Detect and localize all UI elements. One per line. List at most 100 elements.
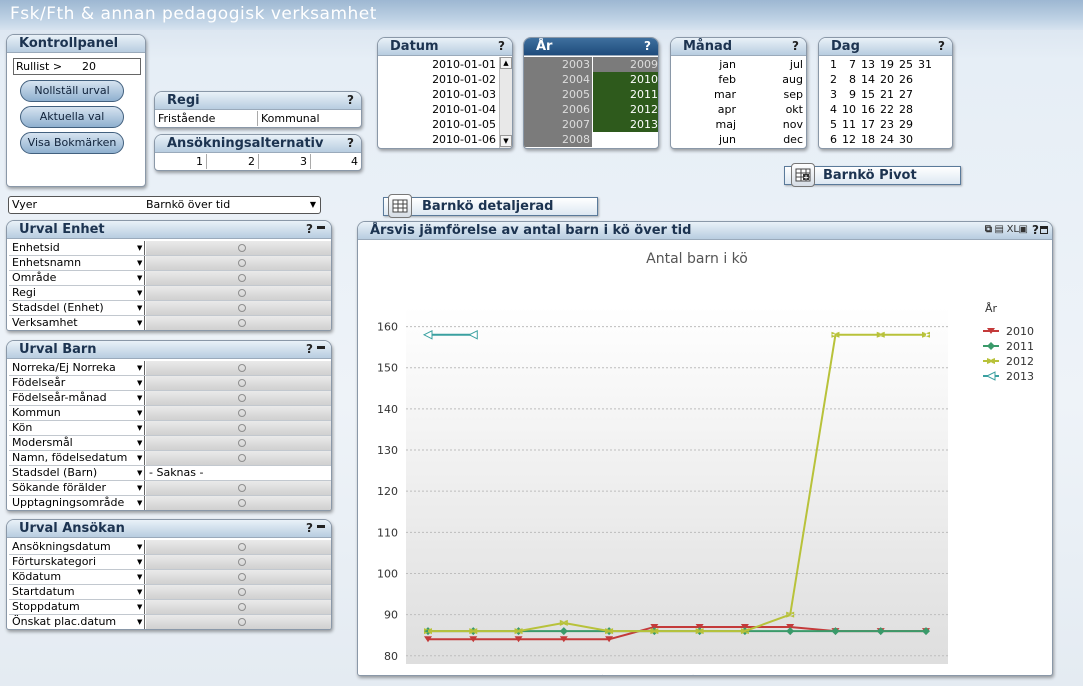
field-value[interactable] <box>146 585 331 599</box>
rullist-field[interactable]: Rullist > 20 <box>13 58 141 75</box>
dag-value[interactable]: 7 <box>838 57 856 72</box>
dropdown-arrow-icon[interactable]: ▼ <box>137 286 142 300</box>
dropdown-arrow-icon[interactable]: ▼ <box>137 466 142 480</box>
dag-value[interactable]: 22 <box>876 102 894 117</box>
help-icon[interactable]: ? <box>644 39 651 53</box>
send-to-excel-icon[interactable]: XL <box>1007 224 1019 235</box>
ar-value[interactable]: 2005 <box>524 87 592 102</box>
ar-value[interactable]: 2004 <box>524 72 592 87</box>
scroll-down-icon[interactable]: ▼ <box>500 135 512 147</box>
dropdown-arrow-icon[interactable]: ▼ <box>137 376 142 390</box>
help-icon[interactable]: ? <box>792 39 799 53</box>
dag-value[interactable]: 4 <box>819 102 837 117</box>
field-row[interactable]: Verksamhet ▼ <box>9 316 331 330</box>
dag-value[interactable]: 21 <box>876 87 894 102</box>
field-value[interactable] <box>146 436 331 450</box>
field-value[interactable] <box>146 301 331 315</box>
dag-value[interactable]: 13 <box>857 57 875 72</box>
dropdown-arrow-icon[interactable]: ▼ <box>137 481 142 495</box>
scroll-up-icon[interactable]: ▲ <box>500 57 512 69</box>
field-row[interactable]: Kommun ▼ <box>9 406 331 421</box>
field-row[interactable]: Upptagningsområde ▼ <box>9 496 331 510</box>
dag-value[interactable]: 31 <box>914 57 932 72</box>
help-icon[interactable]: ? <box>347 93 354 107</box>
legend-item[interactable]: 2011 <box>983 340 1034 353</box>
dag-value[interactable]: 27 <box>895 87 913 102</box>
field-row[interactable]: Ködatum ▼ <box>9 570 331 585</box>
dag-value[interactable] <box>914 102 932 117</box>
dropdown-arrow-icon[interactable]: ▼ <box>137 600 142 614</box>
dag-value[interactable]: 19 <box>876 57 894 72</box>
field-value[interactable] <box>146 391 331 405</box>
dag-value[interactable]: 1 <box>819 57 837 72</box>
help-icon[interactable]: ? <box>306 342 313 356</box>
dropdown-arrow-icon[interactable]: ▼ <box>137 391 142 405</box>
field-value[interactable] <box>146 540 331 554</box>
print-icon[interactable]: ▤ <box>995 224 1004 235</box>
field-row[interactable]: Enhetsid ▼ <box>9 241 331 256</box>
dropdown-arrow-icon[interactable]: ▼ <box>137 316 142 330</box>
ar-value[interactable]: 2011 <box>592 87 658 102</box>
ar-value[interactable] <box>592 132 658 147</box>
alt-3[interactable]: 3 <box>259 154 311 169</box>
dropdown-arrow-icon[interactable]: ▼ <box>137 585 142 599</box>
minimize-icon[interactable] <box>317 346 325 349</box>
field-row[interactable]: Namn, födelsedatum ▼ <box>9 451 331 466</box>
dag-value[interactable]: 12 <box>838 132 856 147</box>
field-row[interactable]: Sökande förälder ▼ <box>9 481 331 496</box>
dag-value[interactable]: 20 <box>876 72 894 87</box>
manad-value[interactable]: jan <box>671 57 738 72</box>
dropdown-arrow-icon[interactable]: ▼ <box>137 241 142 255</box>
dag-value[interactable]: 26 <box>895 72 913 87</box>
field-value[interactable] <box>146 316 331 330</box>
ar-value[interactable]: 2007 <box>524 117 592 132</box>
manad-value[interactable]: sep <box>738 87 805 102</box>
dropdown-arrow-icon[interactable]: ▼ <box>137 271 142 285</box>
dropdown-arrow-icon[interactable]: ▼ <box>137 301 142 315</box>
regi-value-kommunal[interactable]: Kommunal <box>261 111 361 126</box>
field-row[interactable]: Norreka/Ej Norreka ▼ <box>9 361 331 376</box>
field-row[interactable]: Stoppdatum ▼ <box>9 600 331 615</box>
field-row[interactable]: Kön ▼ <box>9 421 331 436</box>
dropdown-arrow-icon[interactable]: ▼ <box>137 361 142 375</box>
dag-value[interactable]: 17 <box>857 117 875 132</box>
minimize-icon[interactable] <box>317 226 325 229</box>
dag-value[interactable]: 8 <box>838 72 856 87</box>
dag-value[interactable]: 24 <box>876 132 894 147</box>
ar-value[interactable]: 2013 <box>592 117 658 132</box>
current-selections-button[interactable]: Aktuella val <box>20 106 124 128</box>
dag-value[interactable]: 30 <box>895 132 913 147</box>
field-value[interactable] <box>146 361 331 375</box>
field-value[interactable] <box>146 451 331 465</box>
alt-4[interactable]: 4 <box>311 154 361 169</box>
export-icon[interactable]: ⧉ <box>985 224 992 235</box>
field-row[interactable]: Enhetsnamn ▼ <box>9 256 331 271</box>
regi-value-fristaende[interactable]: Fristående <box>158 111 258 126</box>
field-row[interactable]: Område ▼ <box>9 271 331 286</box>
legend-item[interactable]: 2013 <box>983 370 1034 383</box>
legend-item[interactable]: 2012 <box>983 355 1034 368</box>
field-value[interactable] <box>146 241 331 255</box>
dag-value[interactable]: 28 <box>895 102 913 117</box>
dropdown-arrow-icon[interactable]: ▼ <box>137 540 142 554</box>
help-icon[interactable]: ? <box>498 39 505 53</box>
field-row[interactable]: Förturskategori ▼ <box>9 555 331 570</box>
datum-value[interactable]: 2010-01-06 <box>378 132 496 147</box>
field-row[interactable]: Födelseår ▼ <box>9 376 331 391</box>
dropdown-arrow-icon[interactable]: ▼ <box>137 615 142 629</box>
dropdown-arrow-icon[interactable]: ▼ <box>137 421 142 435</box>
manad-value[interactable]: nov <box>738 117 805 132</box>
dropdown-arrow-icon[interactable]: ▼ <box>137 406 142 420</box>
datum-value[interactable]: 2010-01-01 <box>378 57 496 72</box>
vyer-dropdown[interactable]: Vyer Barnkö över tid ▼ <box>8 196 321 214</box>
dropdown-arrow-icon[interactable]: ▼ <box>137 256 142 270</box>
field-value[interactable]: - Saknas - <box>146 466 331 480</box>
maximize-icon[interactable] <box>1040 226 1048 234</box>
dag-value[interactable]: 6 <box>819 132 837 147</box>
field-value[interactable] <box>146 555 331 569</box>
reset-selection-button[interactable]: Nollställ urval <box>20 80 124 102</box>
minimize-icon[interactable] <box>317 525 325 528</box>
dag-value[interactable]: 14 <box>857 72 875 87</box>
dag-value[interactable]: 11 <box>838 117 856 132</box>
dag-value[interactable]: 3 <box>819 87 837 102</box>
